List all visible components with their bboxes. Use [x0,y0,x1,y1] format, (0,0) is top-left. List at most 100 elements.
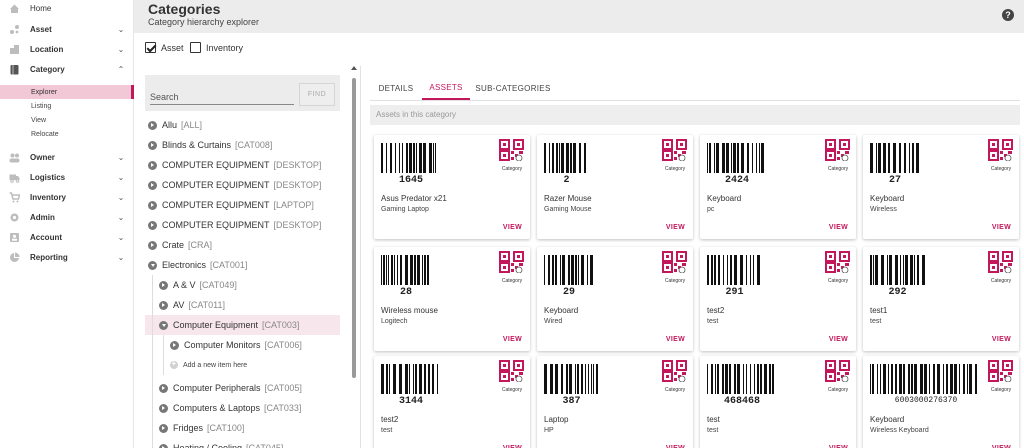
tree-guide-line [152,275,153,448]
tree-item[interactable]: Blinds & Curtains [CAT008] [145,135,340,155]
collapsed-chevron-icon[interactable] [159,280,168,290]
tree-item[interactable]: Allu [ALL] [145,115,340,135]
scroll-up-arrow-icon[interactable] [351,66,357,70]
asset-card[interactable]: 292 Category test1 test VIEW [863,247,1019,351]
collapsed-chevron-icon[interactable] [159,443,168,448]
tree-item[interactable]: Electronics [CAT001] [145,255,340,275]
tree-item[interactable]: COMPUTER EQUIPMENT [DESKTOP] [145,155,340,175]
expanded-chevron-icon[interactable] [148,260,157,270]
chevron-down-icon[interactable]: ⌄ [114,25,128,34]
view-button[interactable]: VIEW [992,224,1011,231]
expanded-chevron-icon[interactable] [159,320,168,330]
tree-item[interactable]: Computer Peripherals [CAT005] [145,378,340,398]
chevron-down-icon[interactable]: ⌄ [114,173,128,182]
tree-item[interactable]: Computers & Laptops [CAT033] [145,398,340,418]
sidebar-item-logistics[interactable]: Logistics ⌄ [0,169,134,185]
collapsed-chevron-icon[interactable] [159,300,168,310]
asset-card[interactable]: 291 Category test2 test VIEW [700,247,856,351]
collapsed-chevron-icon[interactable] [159,423,168,433]
tab-details[interactable]: DETAILS [370,76,422,100]
view-button[interactable]: VIEW [992,336,1011,343]
asset-title: test1 [870,306,888,315]
tree-item[interactable]: COMPUTER EQUIPMENT [DESKTOP] [145,175,340,195]
find-button[interactable]: FIND [299,83,335,106]
sidebar-item-account[interactable]: Account ⌄ [0,229,134,245]
chevron-down-icon[interactable]: ⌄ [114,193,128,202]
collapsed-chevron-icon[interactable] [159,403,168,413]
tree-item[interactable]: A & V [CAT049] [145,275,340,295]
checkbox-unchecked-icon[interactable] [190,42,201,53]
chevron-down-icon[interactable]: ⌄ [114,213,128,222]
chevron-down-icon[interactable]: ⌄ [114,45,128,54]
help-icon[interactable]: ? [1002,9,1014,21]
sidebar-item-home[interactable]: Home [0,0,134,16]
view-button[interactable]: VIEW [829,224,848,231]
chevron-down-icon[interactable]: ⌄ [114,233,128,242]
view-button[interactable]: VIEW [829,336,848,343]
tree-item-code: [CAT005] [264,383,302,393]
sidebar-subitem-view[interactable]: View [0,113,134,127]
sidebar-item-asset[interactable]: Asset ⌄ [0,21,134,37]
tree-item[interactable]: Crate [CRA] [145,235,340,255]
sidebar-subitem-explorer[interactable]: Explorer [0,85,134,99]
collapsed-chevron-icon[interactable] [159,383,168,393]
asset-card[interactable]: 27 Category Keyboard Wireless VIEW [863,135,1019,239]
collapsed-chevron-icon[interactable] [148,180,157,190]
asset-title: test [707,415,720,424]
sidebar-item-location[interactable]: Location ⌄ [0,41,134,57]
tab-assets[interactable]: ASSETS [422,76,470,100]
asset-card[interactable]: 2424 Category Keyboard pc VIEW [700,135,856,239]
sidebar-item-owner[interactable]: Owner ⌄ [0,149,134,165]
view-button[interactable]: VIEW [666,224,685,231]
tree-item[interactable]: COMPUTER EQUIPMENT [DESKTOP] [145,215,340,235]
collapsed-chevron-icon[interactable] [148,200,157,210]
asset-card[interactable]: 1645 Category Asus Predator x21 Gaming Lap… [374,135,530,239]
tree-item[interactable]: COMPUTER EQUIPMENT [LAPTOP] [145,195,340,215]
sidebar-item-category[interactable]: Category ⌃ [0,61,134,77]
asset-card[interactable]: 2 Category Razer Mouse Gaming Mouse VIEW [537,135,693,239]
chevron-up-icon[interactable]: ⌃ [114,65,128,74]
add-new-item-button[interactable]: Add a new item here [145,355,340,375]
collapsed-chevron-icon[interactable] [148,160,157,170]
sidebar-item-admin[interactable]: Admin ⌄ [0,209,134,225]
sidebar-subitem-relocate[interactable]: Relocate [0,127,134,141]
checkbox-checked-icon[interactable] [145,42,156,53]
tree-item[interactable]: Heating / Cooling [CAT045] [145,438,340,448]
chevron-down-icon[interactable]: ⌄ [114,153,128,162]
asset-subtitle: Logitech [381,318,408,325]
search-input[interactable] [150,89,294,105]
view-button[interactable]: VIEW [666,336,685,343]
sidebar-item-reporting[interactable]: Reporting ⌄ [0,249,134,265]
tree-item[interactable]: Computer Monitors [CAT006] [145,335,340,355]
asset-card[interactable]: 28 Category Wireless mouse Logitech VIEW [374,247,530,351]
asset-card[interactable]: 29 Category Keyboard Wired VIEW [537,247,693,351]
asset-card[interactable]: 6003000276370 Category Keyboard Wireless K… [863,356,1019,448]
collapsed-chevron-icon[interactable] [170,340,179,350]
asset-subtitle: Wired [544,318,563,325]
sidebar-subitem-listing[interactable]: Listing [0,99,134,113]
sidebar-item-inventory[interactable]: Inventory ⌄ [0,189,134,205]
view-button[interactable]: VIEW [503,336,522,343]
tree-item[interactable]: Fridges [CAT100] [145,418,340,438]
asset-card[interactable]: 468468 CategorytesttestVIEW [700,356,856,448]
tab-sub-categories[interactable]: SUB-CATEGORIES [472,76,554,100]
collapsed-chevron-icon[interactable] [148,240,157,250]
collapsed-chevron-icon[interactable] [148,140,157,150]
scroll-thumb[interactable] [352,78,356,378]
collapsed-chevron-icon[interactable] [148,120,157,130]
asset-checkbox[interactable]: Asset [145,42,184,53]
view-button[interactable]: VIEW [503,224,522,231]
inventory-checkbox[interactable]: Inventory [190,42,243,53]
tree-item-code: [DESKTOP] [273,160,322,170]
asset-title: Razer Mouse [544,194,592,203]
chevron-down-icon[interactable]: ⌄ [114,253,128,262]
tree-item[interactable]: AV [CAT011] [145,295,340,315]
asset-card[interactable]: 387 CategoryLaptopHPVIEW [537,356,693,448]
asset-card[interactable]: 3144 Categorytest2testVIEW [374,356,530,448]
tree-scrollbar[interactable] [350,66,358,448]
barcode-image [381,143,436,173]
add-icon[interactable] [170,359,178,369]
collapsed-chevron-icon[interactable] [148,220,157,230]
tree-item[interactable]: Computer Equipment [CAT003] [145,315,340,335]
category-badge-text: Category [664,166,686,172]
